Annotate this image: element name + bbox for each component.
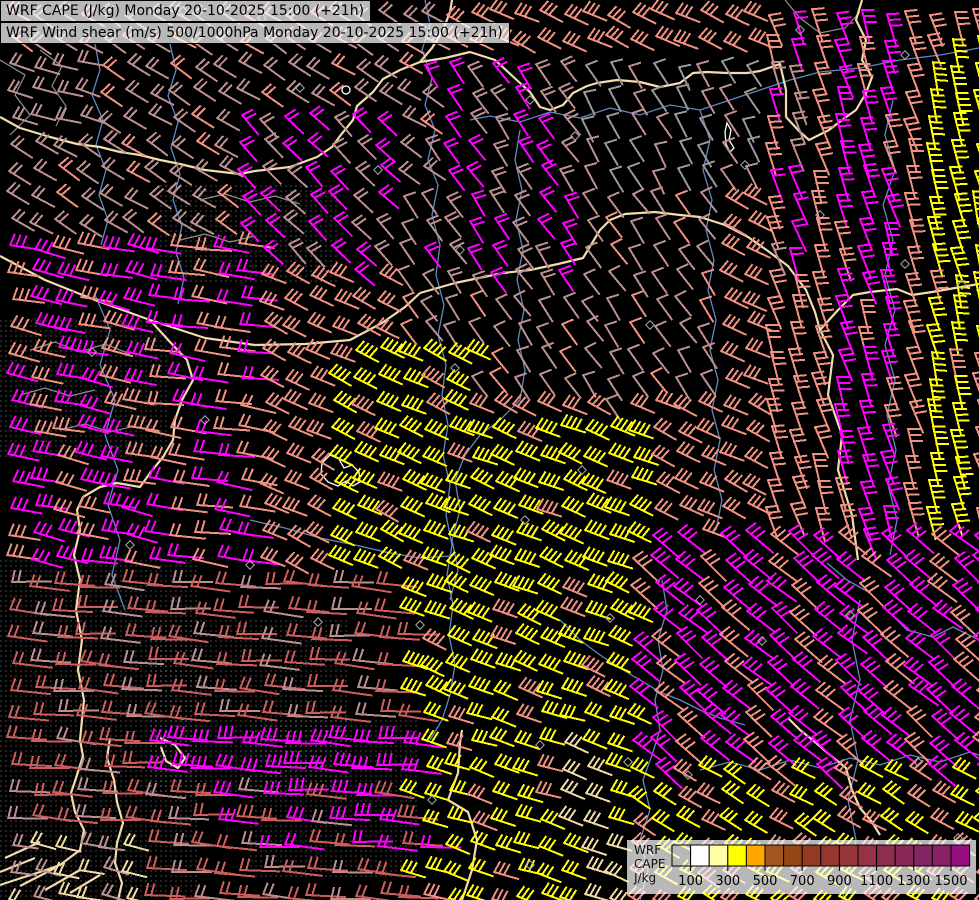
legend-tick-label: 700	[790, 874, 815, 889]
legend-swatch	[858, 845, 877, 866]
legend-tick-label: 300	[715, 874, 740, 889]
legend-swatch	[839, 845, 858, 866]
weather-map: WRF CAPE (J/kg) Monday 20-10-2025 15:00 …	[0, 0, 979, 900]
legend-tick-label: 500	[753, 874, 778, 889]
legend-tick-label: 100	[678, 874, 703, 889]
title-bar-shear: WRF Wind shear (m/s) 500/1000hPa Monday …	[0, 22, 510, 44]
legend-swatch	[727, 845, 747, 866]
legend-swatch	[951, 845, 970, 866]
legend-swatch	[783, 845, 803, 866]
legend-swatch	[765, 845, 784, 866]
legend-label-unit: J/kg	[634, 871, 657, 885]
legend-swatch-border	[671, 844, 692, 867]
legend-swatch	[820, 845, 840, 866]
legend-tick-label: 900	[827, 874, 852, 889]
legend-swatch	[802, 845, 821, 866]
terrain-stipple	[160, 185, 340, 285]
title-shear-text: WRF Wind shear (m/s) 500/1000hPa Monday …	[6, 25, 503, 41]
legend-tick-label: 1100	[860, 874, 893, 889]
legend-swatch	[895, 845, 914, 866]
legend-swatch	[709, 845, 728, 866]
legend-scale: 100 300 500 700 900 1100 1300 1500	[671, 844, 971, 889]
legend-swatch	[690, 845, 710, 866]
title-cape-text: WRF CAPE (J/kg) Monday 20-10-2025 15:00 …	[6, 3, 365, 19]
legend-label-model: WRF	[634, 843, 662, 857]
legend-swatch	[932, 845, 951, 866]
legend-tick-label: 1500	[934, 874, 967, 889]
map-canvas	[0, 0, 979, 900]
legend-swatch	[876, 845, 896, 866]
legend-swatch	[913, 845, 933, 866]
terrain-stipple	[0, 320, 170, 460]
title-bar-cape: WRF CAPE (J/kg) Monday 20-10-2025 15:00 …	[0, 0, 372, 22]
legend-tick-label: 1300	[897, 874, 930, 889]
legend-label-variable: CAPE	[634, 857, 666, 871]
legend-label: WRF CAPE J/kg	[627, 840, 671, 894]
legend-swatch	[746, 845, 765, 866]
cape-legend: WRF CAPE J/kg 100 300 500 700 900 1100 1300 150…	[627, 840, 976, 894]
